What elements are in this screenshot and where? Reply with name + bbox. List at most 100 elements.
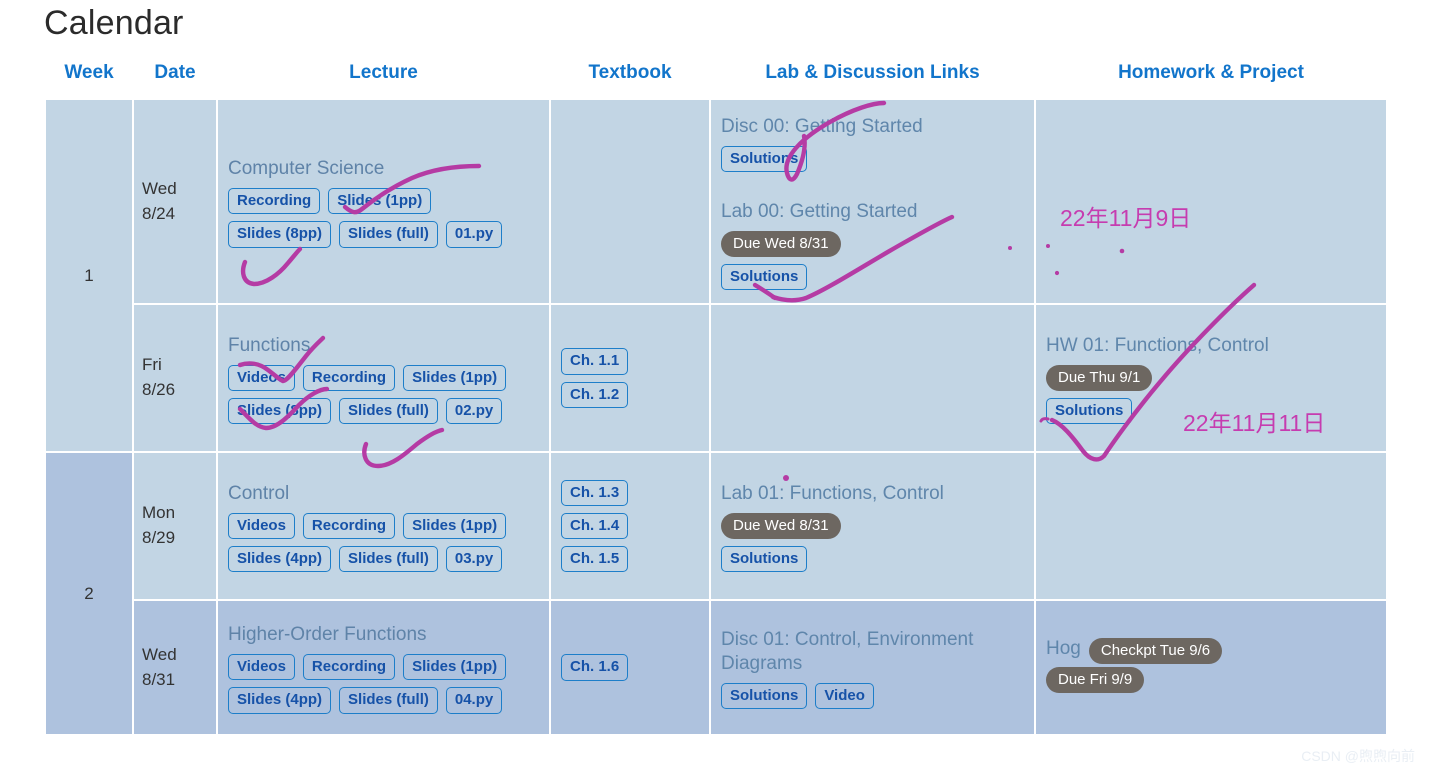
- due-badge: Due Wed 8/31: [721, 512, 841, 539]
- lab-cell: [709, 303, 1036, 453]
- link-chip[interactable]: Ch. 1.6: [561, 654, 629, 681]
- lab-groups: Lab 01: Functions, Control Due Wed 8/31 So…: [719, 478, 1026, 574]
- link-chip[interactable]: Recording: [302, 654, 396, 681]
- link-chip[interactable]: Ch. 1.1: [561, 348, 629, 375]
- link-chip[interactable]: Solutions: [721, 145, 808, 172]
- link-chip[interactable]: Ch. 1.5: [561, 546, 629, 573]
- column-header-textbook[interactable]: Textbook: [550, 58, 710, 99]
- date-cell: Fri 8/26: [132, 303, 218, 453]
- watermark: CSDN @煦煦向前: [1301, 748, 1415, 764]
- link-chip[interactable]: Ch. 1.2: [561, 381, 629, 408]
- lab-title[interactable]: Disc 01: Control, Environment Diagrams: [721, 628, 1024, 677]
- link-chip[interactable]: 02.py: [445, 397, 503, 425]
- link-chip[interactable]: Slides (1pp): [403, 364, 507, 391]
- calendar-page: Calendar Week Date Lecture Textbook Lab …: [0, 0, 1429, 774]
- lecture-title[interactable]: Control: [228, 482, 539, 507]
- link-chip[interactable]: Slides (4pp): [228, 545, 332, 573]
- homework-title[interactable]: Hog: [1046, 637, 1081, 662]
- lab-cell: Disc 01: Control, Environment Diagrams So…: [709, 599, 1036, 736]
- lab-badge-row: Due Wed 8/31: [721, 230, 1024, 257]
- link-chip[interactable]: Slides (full): [339, 397, 438, 425]
- link-chip[interactable]: Videos: [228, 654, 295, 681]
- homework-groups: [1044, 524, 1378, 528]
- link-chip[interactable]: Slides (8pp): [228, 397, 332, 425]
- lecture-links: Videos Recording Slides (1pp) Slides (4pp) S…: [228, 512, 539, 573]
- lab-cell: Disc 00: Getting Started Solutions Lab 00:…: [709, 98, 1036, 305]
- lecture-title[interactable]: Higher-Order Functions: [228, 623, 539, 648]
- homework-badge-row: Due Fri 9/9: [1046, 667, 1376, 694]
- annotation-date-note-2: 22年11月11日: [1183, 410, 1326, 436]
- table-row: Wed 8/31 Higher-Order Functions Videos Recor…: [45, 599, 1388, 736]
- homework-groups: Hog Checkpt Tue 9/6 Due Fri 9/9: [1044, 633, 1378, 703]
- link-chip[interactable]: Slides (full): [339, 545, 438, 573]
- annotation-date-note-1: 22年11月9日: [1060, 205, 1192, 231]
- date-weekday: Wed: [142, 644, 177, 664]
- lab-links: Solutions: [721, 263, 1024, 291]
- link-chip[interactable]: 01.py: [445, 221, 503, 248]
- date-weekday: Fri: [142, 355, 162, 375]
- date-number: 8/31: [142, 669, 176, 689]
- link-chip[interactable]: Ch. 1.4: [561, 512, 629, 540]
- due-badge: Due Fri 9/9: [1046, 667, 1145, 694]
- link-chip[interactable]: Slides (4pp): [228, 687, 332, 714]
- lab-title[interactable]: Lab 00: Getting Started: [721, 200, 917, 225]
- lab-title[interactable]: Lab 01: Functions, Control: [721, 482, 944, 507]
- link-chip[interactable]: Slides (1pp): [403, 512, 507, 539]
- link-chip[interactable]: Solutions: [721, 683, 808, 710]
- link-chip[interactable]: Slides (8pp): [228, 221, 332, 248]
- link-chip[interactable]: Recording: [302, 364, 396, 391]
- textbook-chip-row: Ch. 1.6: [561, 654, 699, 681]
- date-cell: Wed 8/31: [132, 599, 218, 736]
- homework-cell: Hog Checkpt Tue 9/6 Due Fri 9/9: [1034, 599, 1388, 736]
- link-chip[interactable]: 03.py: [445, 545, 503, 573]
- link-chip[interactable]: Solutions: [721, 263, 808, 291]
- column-header-lecture[interactable]: Lecture: [217, 58, 550, 99]
- link-chip[interactable]: Recording: [302, 512, 396, 539]
- due-badge: Due Wed 8/31: [721, 230, 841, 257]
- link-chip[interactable]: Solutions: [721, 545, 808, 573]
- column-header-date[interactable]: Date: [133, 58, 217, 99]
- table-header: Week Date Lecture Textbook Lab & Discuss…: [45, 58, 1387, 99]
- date-cell: Wed 8/24: [132, 98, 218, 305]
- link-chip[interactable]: Video: [815, 683, 874, 710]
- lab-badge-row: Due Wed 8/31: [721, 512, 1024, 539]
- textbook-chip-row: Ch. 1.5: [561, 546, 699, 573]
- textbook-links: Ch. 1.1 Ch. 1.2: [559, 346, 701, 410]
- lecture-title[interactable]: Functions: [228, 334, 539, 359]
- link-chip[interactable]: Videos: [228, 512, 295, 539]
- column-header-lab[interactable]: Lab & Discussion Links: [710, 58, 1035, 99]
- lab-title[interactable]: Disc 00: Getting Started: [721, 115, 923, 140]
- lecture-title[interactable]: Computer Science: [228, 157, 539, 182]
- lab-links: Solutions: [721, 545, 1024, 573]
- lab-title-row: Disc 00: Getting Started: [721, 113, 1024, 146]
- lab-group: Lab 01: Functions, Control Due Wed 8/31 So…: [721, 480, 1024, 573]
- link-chip[interactable]: Slides (full): [339, 687, 438, 714]
- link-chip[interactable]: Slides (1pp): [328, 188, 432, 215]
- link-chip[interactable]: Solutions: [1046, 397, 1133, 425]
- link-chip[interactable]: Ch. 1.3: [561, 479, 629, 506]
- homework-title-row: HW 01: Functions, Control: [1046, 332, 1376, 365]
- textbook-chip-row: Ch. 1.4: [561, 512, 699, 540]
- textbook-chip-row: Ch. 1.2: [561, 381, 699, 408]
- textbook-links: Ch. 1.6: [559, 652, 701, 682]
- calendar-table: Week Date Lecture Textbook Lab & Discuss…: [44, 58, 1388, 736]
- lecture-cell: Functions Videos Recording Slides (1pp) Slid…: [216, 303, 551, 453]
- link-chip[interactable]: 04.py: [445, 687, 503, 714]
- column-header-homework[interactable]: Homework & Project: [1035, 58, 1387, 99]
- column-header-week[interactable]: Week: [45, 58, 133, 99]
- lab-links: Solutions: [721, 145, 1024, 172]
- link-chip[interactable]: Videos: [228, 364, 295, 391]
- homework-group: Hog Checkpt Tue 9/6 Due Fri 9/9: [1046, 635, 1376, 694]
- link-chip[interactable]: Slides (full): [339, 221, 438, 248]
- link-chip[interactable]: Slides (1pp): [403, 654, 507, 681]
- link-chip[interactable]: Recording: [228, 188, 321, 215]
- date-number: 8/29: [142, 528, 176, 547]
- due-badge: Due Thu 9/1: [1046, 364, 1153, 391]
- lab-links: Solutions Video: [721, 683, 1024, 710]
- homework-title[interactable]: HW 01: Functions, Control: [1046, 334, 1269, 359]
- homework-title-row: Hog Checkpt Tue 9/6: [1046, 635, 1376, 668]
- page-title: Calendar: [44, 4, 184, 42]
- homework-cell: [1034, 451, 1388, 601]
- lecture-links: Videos Recording Slides (1pp) Slides (4pp) S…: [228, 654, 539, 714]
- lecture-cell: Higher-Order Functions Videos Recording Sli…: [216, 599, 551, 736]
